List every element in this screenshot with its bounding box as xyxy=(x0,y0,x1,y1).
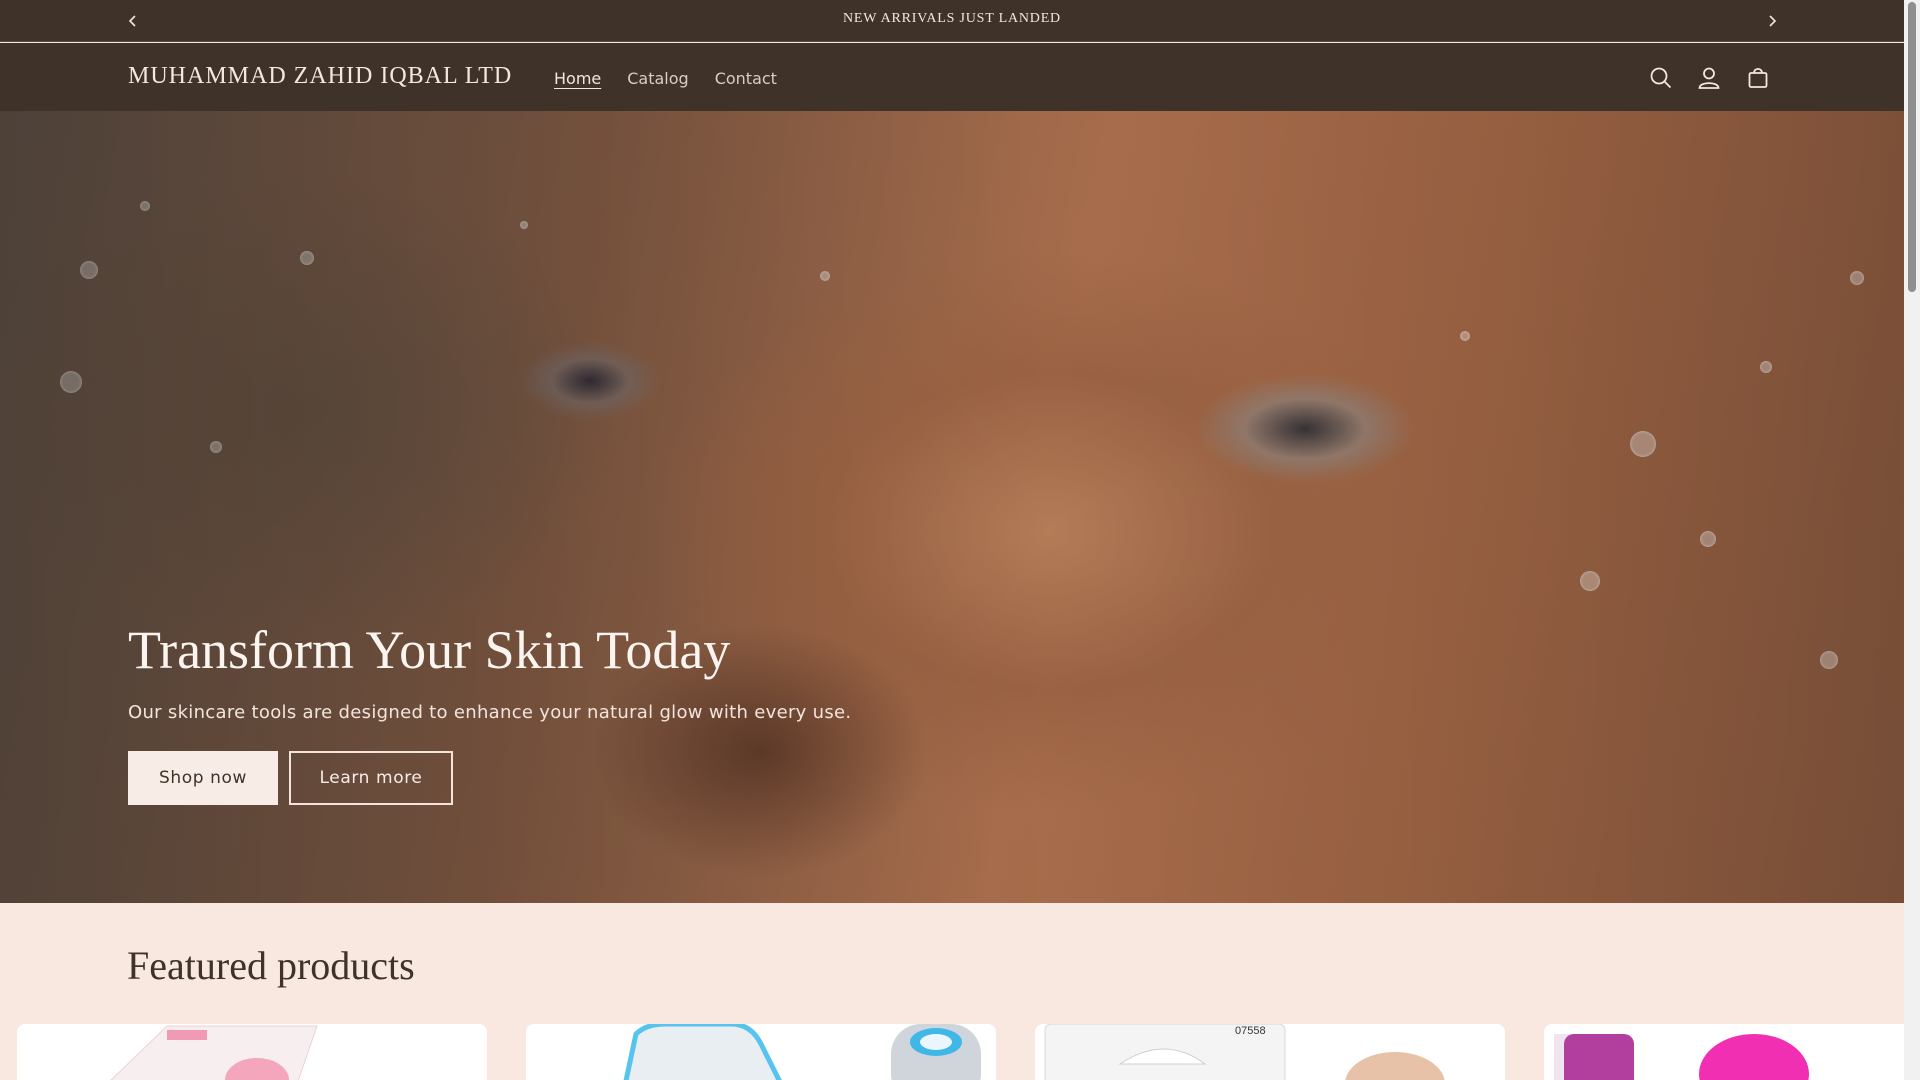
hero-title: Transform Your Skin Today xyxy=(128,620,731,680)
announcement-bar: NEW ARRIVALS JUST LANDED xyxy=(0,0,1904,42)
hero-banner: Transform Your Skin Today Our skincare t… xyxy=(0,111,1904,903)
featured-products-heading: Featured products xyxy=(127,943,415,988)
nav-home-link[interactable]: Home xyxy=(554,69,601,88)
pink-facial-brush-box-image xyxy=(110,1025,318,1080)
product-card[interactable] xyxy=(526,1024,996,1080)
main-nav: Home Catalog Contact xyxy=(554,69,777,88)
learn-more-button[interactable]: Learn more xyxy=(289,751,453,805)
store-logo[interactable]: MUHAMMAD ZAHID IQBAL LTD xyxy=(128,63,512,90)
scrollbar-thumb[interactable] xyxy=(1908,2,1916,292)
product-card[interactable] xyxy=(1544,1024,1904,1080)
hero-subtitle: Our skincare tools are designed to enhan… xyxy=(128,702,852,723)
blue-led-face-device-image xyxy=(623,1024,981,1080)
silicone-sponge-pack-image: 07558 xyxy=(1044,1024,1445,1080)
nav-catalog-link[interactable]: Catalog xyxy=(627,69,688,88)
cart-icon[interactable] xyxy=(1745,65,1771,91)
product-card[interactable]: 07558 xyxy=(1035,1024,1505,1080)
page-scrollbar[interactable] xyxy=(1904,0,1920,1080)
nav-contact-link[interactable]: Contact xyxy=(715,69,777,88)
derma-roller-and-pink-brush-image xyxy=(1554,1034,1809,1080)
svg-text:07558: 07558 xyxy=(1235,1025,1266,1037)
search-icon[interactable] xyxy=(1648,65,1674,91)
account-icon[interactable] xyxy=(1696,65,1722,91)
announcement-message: NEW ARRIVALS JUST LANDED xyxy=(843,11,1061,26)
storefront-page: NEW ARRIVALS JUST LANDED MUHAMMAD ZAHID … xyxy=(0,0,1904,1080)
product-card[interactable] xyxy=(17,1024,487,1080)
shop-now-button[interactable]: Shop now xyxy=(128,751,278,805)
site-header: MUHAMMAD ZAHID IQBAL LTD Home Catalog Co… xyxy=(0,43,1904,111)
chevron-right-icon[interactable] xyxy=(1762,11,1782,31)
hero-overlay xyxy=(0,111,1904,903)
